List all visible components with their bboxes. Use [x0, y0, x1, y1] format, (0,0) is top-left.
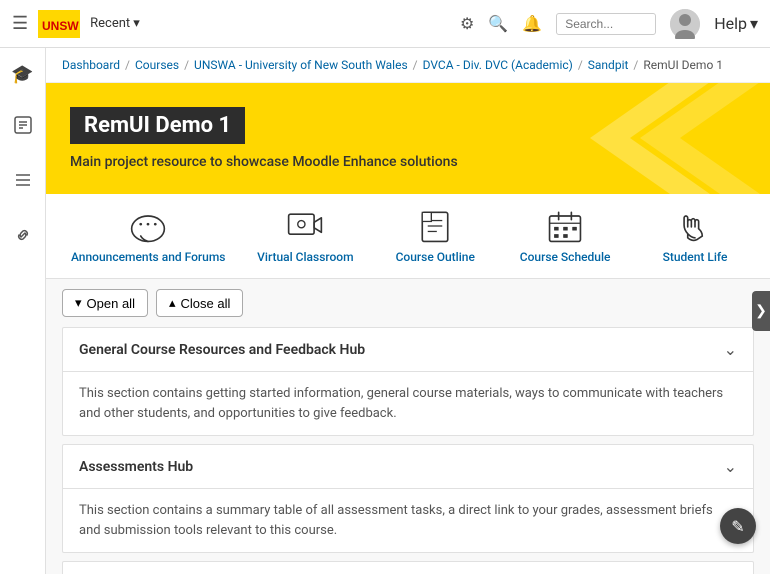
svg-text:UNSW: UNSW: [42, 19, 79, 33]
section-week1-header[interactable]: Week 1: Topic/Module X ⌄: [63, 562, 753, 574]
hero-banner: RemUI Demo 1 Main project resource to sh…: [46, 83, 770, 194]
close-all-icon: ▴: [169, 295, 176, 311]
search-input[interactable]: [556, 13, 656, 35]
section-general: General Course Resources and Feedback Hu…: [62, 327, 754, 436]
nav-virtual-classroom[interactable]: Virtual Classroom: [255, 208, 355, 264]
help-label: Help: [714, 14, 747, 33]
course-outline-label: Course Outline: [396, 250, 475, 264]
open-all-icon: ▾: [75, 295, 82, 311]
hero-decoration: [550, 83, 770, 194]
avatar[interactable]: [670, 9, 700, 39]
sidebar-item-link[interactable]: [7, 219, 39, 256]
action-bar: ▾ Open all ▴ Close all: [46, 279, 770, 327]
breadcrumb-unswa[interactable]: UNSWA - University of New South Wales: [194, 58, 408, 72]
breadcrumb-dashboard[interactable]: Dashboard: [62, 58, 120, 72]
section-week1: Week 1: Topic/Module X ⌄: [62, 561, 754, 574]
search-icon[interactable]: 🔍: [488, 14, 508, 33]
recent-dropdown[interactable]: Recent ▾: [90, 16, 140, 31]
student-life-label: Student Life: [663, 250, 728, 264]
open-all-label: Open all: [87, 296, 135, 311]
right-panel-toggle[interactable]: ❯: [752, 291, 770, 331]
virtual-classroom-icon: [285, 208, 325, 244]
announcements-icon: [128, 208, 168, 244]
fab-edit-button[interactable]: ✎: [720, 508, 756, 544]
nav-course-schedule[interactable]: Course Schedule: [515, 208, 615, 264]
section-general-body: This section contains getting started in…: [63, 372, 753, 435]
section-assessments-chevron-icon: ⌄: [724, 457, 737, 476]
breadcrumb: Dashboard / Courses / UNSWA - University…: [46, 48, 770, 83]
help-dropdown[interactable]: Help ▾: [714, 14, 758, 33]
sidebar-item-book[interactable]: [7, 109, 39, 146]
course-outline-icon: [415, 208, 455, 244]
section-assessments-body: This section contains a summary table of…: [63, 489, 753, 552]
left-sidebar: 🎓: [0, 48, 46, 574]
section-assessments-header[interactable]: Assessments Hub ⌄: [63, 445, 753, 489]
nav-announcements[interactable]: Announcements and Forums: [71, 208, 226, 264]
student-life-icon: [675, 208, 715, 244]
course-schedule-icon: [545, 208, 585, 244]
hero-title: RemUI Demo 1: [70, 107, 245, 144]
announcements-label: Announcements and Forums: [71, 250, 226, 264]
nav-student-life[interactable]: Student Life: [645, 208, 745, 264]
unsw-logo-icon: UNSW: [38, 10, 80, 38]
recent-label: Recent: [90, 16, 130, 31]
navbar: ☰ UNSW Recent ▾ ⚙ 🔍 🔔 Help ▾: [0, 0, 770, 48]
section-assessments: Assessments Hub ⌄ This section contains …: [62, 444, 754, 553]
close-all-label: Close all: [180, 296, 230, 311]
section-general-title: General Course Resources and Feedback Hu…: [79, 342, 365, 358]
breadcrumb-sandpit[interactable]: Sandpit: [588, 58, 629, 72]
logo[interactable]: UNSW: [38, 10, 80, 38]
main-content: Dashboard / Courses / UNSWA - University…: [46, 48, 770, 574]
breadcrumb-courses[interactable]: Courses: [135, 58, 179, 72]
help-chevron-icon: ▾: [750, 14, 758, 33]
sections-container: General Course Resources and Feedback Hu…: [46, 327, 770, 574]
close-all-button[interactable]: ▴ Close all: [156, 289, 243, 317]
virtual-classroom-label: Virtual Classroom: [257, 250, 353, 264]
course-nav-icons: Announcements and Forums Virtual Classro…: [46, 194, 770, 279]
settings-icon[interactable]: ⚙: [460, 14, 474, 33]
course-schedule-label: Course Schedule: [520, 250, 611, 264]
hamburger-menu-icon[interactable]: ☰: [12, 13, 28, 34]
section-general-chevron-icon: ⌄: [724, 340, 737, 359]
section-general-header[interactable]: General Course Resources and Feedback Hu…: [63, 328, 753, 372]
recent-chevron-icon: ▾: [133, 16, 140, 31]
section-assessments-title: Assessments Hub: [79, 459, 193, 475]
nav-course-outline[interactable]: Course Outline: [385, 208, 485, 264]
breadcrumb-current: RemUI Demo 1: [643, 58, 723, 72]
open-all-button[interactable]: ▾ Open all: [62, 289, 148, 317]
breadcrumb-dvca[interactable]: DVCA - Div. DVC (Academic): [423, 58, 573, 72]
sidebar-item-graduation[interactable]: 🎓: [5, 58, 39, 91]
notifications-icon[interactable]: 🔔: [522, 14, 542, 33]
navbar-icons: ⚙ 🔍 🔔 Help ▾: [460, 9, 758, 39]
sidebar-item-list[interactable]: [7, 164, 39, 201]
